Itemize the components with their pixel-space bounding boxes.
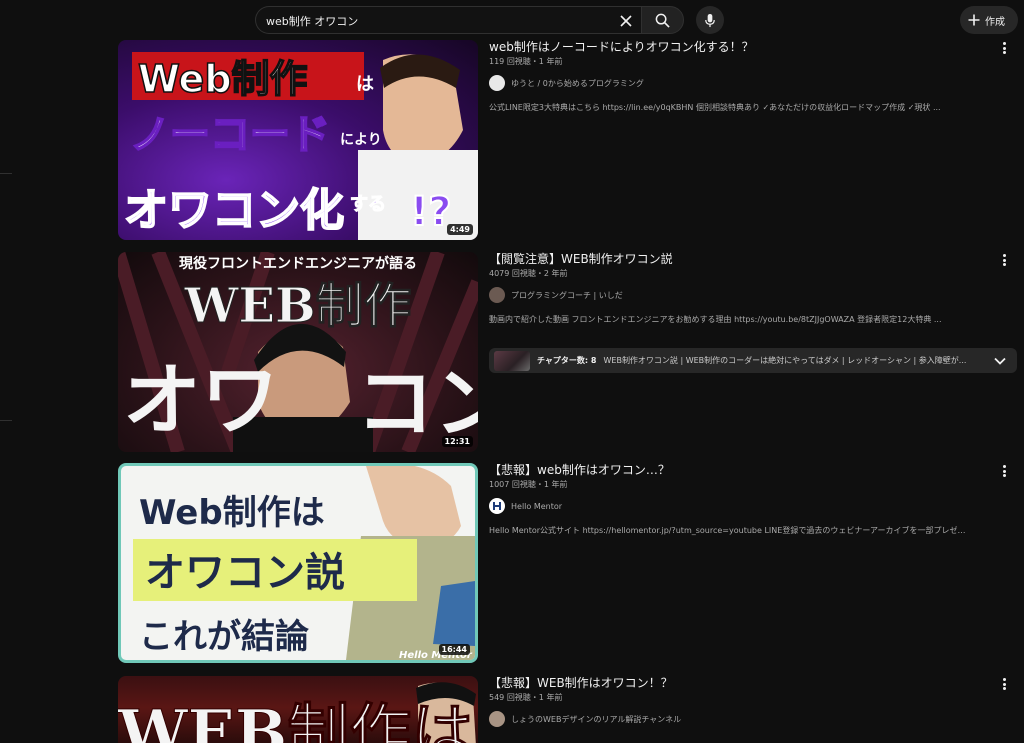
thumbnail-art: Web制作 は ノーコード により オワコン化 する !? xyxy=(123,52,478,240)
chapters-bar[interactable]: チャプター数: 8 WEB制作オワコン説 | WEB制作のコーダーは絶対にやって… xyxy=(489,348,1017,373)
channel-name[interactable]: プログラミングコーチ | いしだ xyxy=(511,290,623,301)
video-thumbnail[interactable]: Web制作は オワコン説 これが結論 Hello Mentor 16:44 xyxy=(118,463,478,663)
thumbnail-art: Web制作は オワコン説 これが結論 Hello Mentor xyxy=(133,466,475,660)
channel-row[interactable]: ゆうと / 0から始めるプログラミング xyxy=(489,75,969,91)
video-description: 公式LINE限定3大特典はこちら https://lin.ee/y0qKBHN … xyxy=(489,103,941,112)
video-title[interactable]: 【悲報】WEB制作はオワコン！？ xyxy=(489,676,969,691)
video-info: 【悲報】WEB制作はオワコン！？ 549 回視聴・1 年前 しょうのWEBデザイ… xyxy=(489,676,969,727)
clear-search-button[interactable] xyxy=(615,10,637,32)
svg-text:Web制作は: Web制作は xyxy=(139,493,325,533)
video-description: Hello Mentor公式サイト https://hellomentor.jp… xyxy=(489,526,969,535)
channel-name[interactable]: ゆうと / 0から始めるプログラミング xyxy=(511,78,644,89)
svg-text:オワコン説: オワコン説 xyxy=(145,550,345,596)
more-options-button[interactable] xyxy=(998,463,1010,479)
video-description: 動画内で紹介した動画 フロントエンドエンジニアをお勧めする理由 https://… xyxy=(489,315,942,324)
more-options-button[interactable] xyxy=(998,676,1010,692)
avatar[interactable] xyxy=(489,75,505,91)
video-title[interactable]: web制作はノーコードによりオワコン化する！？ xyxy=(489,39,969,55)
chapters-count: チャプター数: 8 xyxy=(537,356,597,365)
video-thumbnail[interactable]: WEB制作は xyxy=(118,676,478,743)
thumbnail-art: 現役フロントエンドエンジニアが語る WEB制作 オワ コン xyxy=(118,252,478,452)
plus-icon xyxy=(968,14,980,26)
avatar[interactable] xyxy=(489,287,505,303)
video-duration: 12:31 xyxy=(441,436,473,447)
thumbnail-art: WEB制作は xyxy=(118,682,476,743)
svg-text:Web制作: Web制作 xyxy=(138,57,308,101)
video-title[interactable]: 【閲覧注意】WEB制作オワコン説 xyxy=(489,251,969,267)
more-options-button[interactable] xyxy=(998,252,1010,268)
search-box[interactable]: web制作 オワコン xyxy=(255,6,641,34)
chapter-thumbnail xyxy=(494,350,530,371)
video-result[interactable]: Web制作 は ノーコード により オワコン化 する !? 4:49 web制作… xyxy=(118,40,1018,240)
hello-mentor-logo-icon xyxy=(493,502,501,510)
more-vert-icon xyxy=(1002,254,1006,257)
svg-text:現役フロントエンドエンジニアが語る: 現役フロントエンドエンジニアが語る xyxy=(179,255,417,272)
create-button[interactable]: 作成 xyxy=(960,6,1018,34)
channel-name[interactable]: しょうのWEBデザインのリアル解説チャンネル xyxy=(511,714,681,725)
svg-text:これが結論: これが結論 xyxy=(139,617,309,657)
channel-row[interactable]: Hello Mentor xyxy=(489,498,969,514)
channel-row[interactable]: プログラミングコーチ | いしだ xyxy=(489,287,969,303)
top-bar: web制作 オワコン 作成 xyxy=(0,0,1024,40)
svg-text:ノーコード: ノーコード xyxy=(130,112,330,158)
video-result[interactable]: Web制作は オワコン説 これが結論 Hello Mentor 16:44 【悲… xyxy=(118,463,1018,663)
divider xyxy=(0,420,12,421)
microphone-icon xyxy=(705,13,715,27)
chapters-list: WEB制作オワコン説 | WEB制作のコーダーは絶対にやってはダメ | レッドオ… xyxy=(603,356,967,365)
video-duration: 4:49 xyxy=(447,224,473,235)
video-meta: 4079 回視聴・2 年前 xyxy=(489,269,568,278)
video-meta: 549 回視聴・1 年前 xyxy=(489,693,563,702)
video-result[interactable]: WEB制作は 【悲報】WEB制作はオワコン！？ 549 回視聴・1 年前 しょう… xyxy=(118,676,1018,743)
channel-name[interactable]: Hello Mentor xyxy=(511,502,562,511)
svg-text:オワコン化: オワコン化 xyxy=(124,185,344,236)
svg-text:により: により xyxy=(340,132,382,148)
chevron-down-icon[interactable] xyxy=(993,354,1007,368)
search-input[interactable]: web制作 オワコン xyxy=(266,13,358,29)
svg-text:!?: !? xyxy=(410,189,451,235)
svg-text:WEB制作は: WEB制作は xyxy=(118,696,473,743)
video-info: 【閲覧注意】WEB制作オワコン説 4079 回視聴・2 年前 プログラミングコー… xyxy=(489,252,969,325)
voice-search-button[interactable] xyxy=(696,6,724,34)
search-button[interactable] xyxy=(641,6,684,34)
more-options-button[interactable] xyxy=(998,40,1010,56)
more-vert-icon xyxy=(1002,465,1006,468)
video-duration: 16:44 xyxy=(438,644,470,655)
video-meta: 1007 回視聴・1 年前 xyxy=(489,480,568,489)
svg-text:は: は xyxy=(356,74,374,95)
video-thumbnail[interactable]: Web制作 は ノーコード により オワコン化 する !? 4:49 xyxy=(118,40,478,240)
more-vert-icon xyxy=(1002,42,1006,45)
avatar[interactable] xyxy=(489,498,505,514)
video-thumbnail[interactable]: 現役フロントエンドエンジニアが語る WEB制作 オワ コン 12:31 xyxy=(118,252,478,452)
svg-text:する: する xyxy=(350,194,386,215)
avatar[interactable] xyxy=(489,711,505,727)
video-title[interactable]: 【悲報】web制作はオワコン…？ xyxy=(489,462,969,478)
svg-text:オワ: オワ xyxy=(123,355,279,446)
video-info: 【悲報】web制作はオワコン…？ 1007 回視聴・1 年前 Hello Men… xyxy=(489,463,969,536)
more-vert-icon xyxy=(1002,678,1006,681)
search-icon xyxy=(655,13,670,28)
video-info: web制作はノーコードによりオワコン化する！？ 119 回視聴・1 年前 ゆうと… xyxy=(489,40,969,113)
create-label: 作成 xyxy=(985,16,1005,28)
divider xyxy=(0,173,12,174)
video-meta: 119 回視聴・1 年前 xyxy=(489,57,563,66)
channel-row[interactable]: しょうのWEBデザインのリアル解説チャンネル xyxy=(489,711,969,727)
video-result[interactable]: 現役フロントエンドエンジニアが語る WEB制作 オワ コン 12:31 【閲覧注… xyxy=(118,252,1018,452)
close-icon xyxy=(620,15,632,27)
